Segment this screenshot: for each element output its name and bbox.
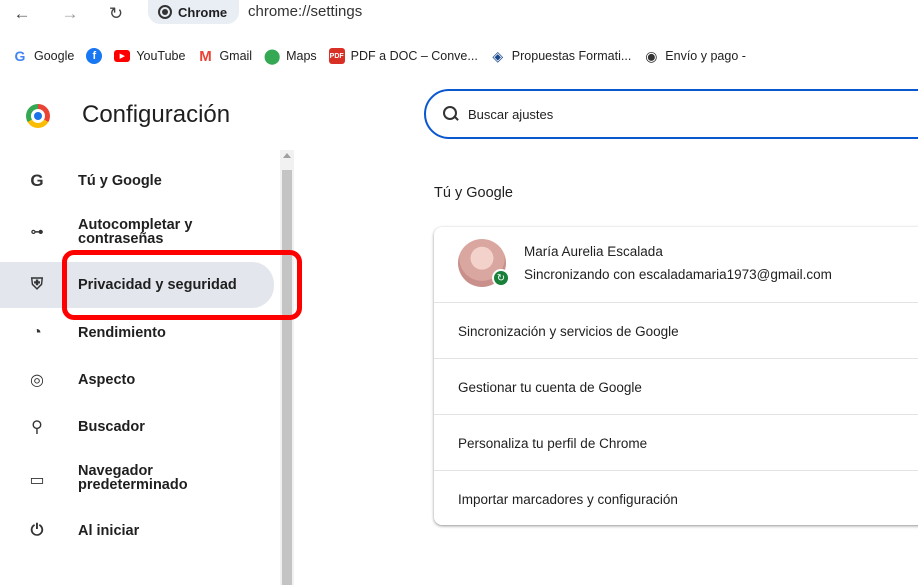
search-input[interactable] xyxy=(468,106,768,122)
shield-icon: ⛨ xyxy=(30,276,43,293)
youtube-icon: ▶ xyxy=(114,50,131,62)
bookmark-label: Google xyxy=(34,49,75,63)
sync-icon: ↻ xyxy=(492,269,510,287)
arrow-right-icon[interactable]: → xyxy=(58,4,82,24)
row-label: Sincronización y servicios de Google xyxy=(458,323,679,339)
bookmark-label: PDF a DOC – Conve... xyxy=(350,49,478,63)
section-title: Tú y Google xyxy=(434,185,513,201)
import-bookmarks-row[interactable]: Importar marcadores y configuración xyxy=(434,470,918,527)
bookmark-pdf[interactable]: PDF PDF a DOC – Conve... xyxy=(328,48,478,64)
maps-icon: ⬤ xyxy=(263,48,281,65)
chrome-icon xyxy=(158,5,172,19)
highlight-annotation xyxy=(62,250,302,320)
bookmark-google[interactable]: G Google xyxy=(12,48,75,64)
bookmark-label: Maps xyxy=(286,49,317,63)
sidebar-item-label: Buscador xyxy=(78,419,145,435)
sidebar-item-on-startup[interactable]: ⏻ Al iniciar xyxy=(0,516,274,546)
gmail-icon: M xyxy=(199,47,212,65)
search-icon xyxy=(442,105,460,123)
bookmark-youtube[interactable]: ▶ YouTube xyxy=(114,49,185,63)
you-and-google-card: ↻ María Aurelia Escalada Sincronizando c… xyxy=(434,227,918,525)
sidebar-scrollbar-thumb[interactable] xyxy=(282,170,292,585)
sidebar-item-default-browser[interactable]: ▭ Navegador predeterminado xyxy=(0,460,274,500)
bookmarks-bar: G Google f ▶ YouTube M Gmail ⬤ Maps PDF … xyxy=(0,44,918,68)
manage-account-row[interactable]: Gestionar tu cuenta de Google xyxy=(434,358,918,415)
bookmark-maps[interactable]: ⬤ Maps xyxy=(263,48,317,65)
account-sync-status: Sincronizando con escaladamaria1973@gmai… xyxy=(524,267,832,282)
key-icon: ⊶ xyxy=(30,224,44,239)
search-box[interactable] xyxy=(424,89,918,139)
sidebar-item-label: Autocompletar y contraseñas xyxy=(78,217,193,247)
row-label: Personaliza tu perfil de Chrome xyxy=(458,435,648,451)
sidebar-item-autofill[interactable]: ⊶ Autocompletar y contraseñas xyxy=(0,212,274,252)
google-icon: G xyxy=(14,48,26,64)
government-icon: ◈ xyxy=(492,47,504,64)
url-text[interactable]: chrome://settings xyxy=(248,3,362,20)
sidebar-item-appearance[interactable]: ◎ Aspecto xyxy=(0,365,274,395)
bookmark-envio[interactable]: ◉ Envío y pago - xyxy=(643,48,746,64)
page-title: Configuración xyxy=(82,101,231,128)
row-label: Importar marcadores y configuración xyxy=(458,491,678,507)
sync-services-row[interactable]: Sincronización y servicios de Google xyxy=(434,302,918,359)
row-label: Gestionar tu cuenta de Google xyxy=(458,379,642,395)
sidebar-item-label: Aspecto xyxy=(78,372,136,388)
sidebar-item-you-and-google[interactable]: G Tú y Google xyxy=(0,166,274,196)
site-chip-label: Chrome xyxy=(178,4,228,20)
arrow-left-icon[interactable]: ← xyxy=(10,4,34,24)
power-icon: ⏻ xyxy=(30,522,44,539)
pdf-icon: PDF xyxy=(328,48,345,64)
palette-icon: ◎ xyxy=(30,372,44,389)
sidebar-item-performance[interactable]: ◔ Rendimiento xyxy=(0,318,274,348)
bookmark-facebook[interactable]: f xyxy=(86,48,103,64)
sidebar-item-label: Rendimiento xyxy=(78,325,166,341)
site-chip[interactable]: Chrome xyxy=(148,0,240,24)
sidebar-item-label: Tú y Google xyxy=(78,173,162,189)
facebook-icon: f xyxy=(86,48,103,64)
bookmark-label: Propuestas Formati... xyxy=(511,49,632,63)
account-name: María Aurelia Escalada xyxy=(524,244,663,259)
sidebar-item-label: Navegador predeterminado xyxy=(78,463,188,493)
bookmark-propuestas[interactable]: ◈ Propuestas Formati... xyxy=(490,47,632,64)
bookmark-label: YouTube xyxy=(136,49,186,63)
browser-window-icon: ▭ xyxy=(29,472,45,489)
search-icon: ⚲ xyxy=(31,419,43,436)
customize-profile-row[interactable]: Personaliza tu perfil de Chrome xyxy=(434,414,918,471)
bookmark-label: Gmail xyxy=(219,49,253,63)
google-g-icon: G xyxy=(30,171,44,190)
speedometer-icon: ◔ xyxy=(32,324,42,341)
scroll-up-arrow-icon[interactable] xyxy=(283,153,291,158)
globe-icon: ◉ xyxy=(645,47,658,64)
address-bar: ← → ↻ Chrome chrome://settings xyxy=(0,0,918,32)
sidebar-item-search-engine[interactable]: ⚲ Buscador xyxy=(0,412,274,442)
chrome-logo-icon xyxy=(26,104,50,128)
sidebar-item-label: Al iniciar xyxy=(78,523,140,539)
bookmark-gmail[interactable]: M Gmail xyxy=(197,47,253,65)
bookmark-label: Envío y pago - xyxy=(665,49,746,63)
reload-icon[interactable]: ↻ xyxy=(104,4,128,24)
